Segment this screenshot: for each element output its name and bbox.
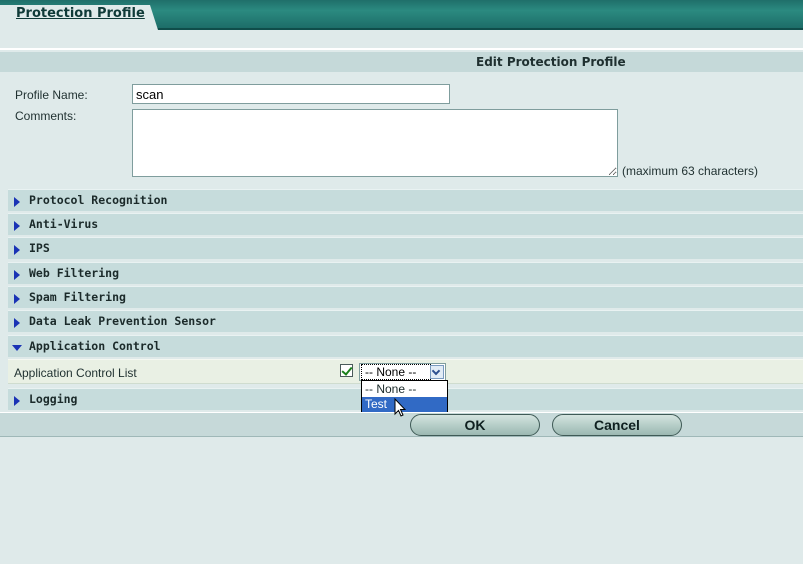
expand-arrow-icon: [14, 221, 20, 231]
section-spam-filtering[interactable]: Spam Filtering: [8, 286, 803, 308]
section-title: Logging: [29, 392, 78, 406]
section-application-control[interactable]: Application Control: [8, 335, 803, 357]
header-divider: [0, 48, 803, 50]
expand-arrow-icon: [14, 294, 20, 304]
select-value: -- None --: [361, 364, 431, 380]
expand-arrow-icon: [14, 396, 20, 406]
section-ips[interactable]: IPS: [8, 237, 803, 259]
application-control-checkbox[interactable]: [340, 364, 353, 377]
form-header: Edit Protection Profile: [0, 52, 803, 72]
expand-arrow-icon: [14, 245, 20, 255]
max-characters-note: (maximum 63 characters): [622, 164, 759, 178]
mouse-pointer-icon: [394, 398, 406, 417]
section-title: Application Control: [29, 339, 161, 353]
section-title: Web Filtering: [29, 266, 120, 280]
page-title: Edit Protection Profile: [476, 55, 626, 69]
expand-arrow-icon: [14, 270, 20, 280]
expand-arrow-icon: [14, 318, 20, 328]
empty-content-area: [0, 437, 803, 564]
tab-label[interactable]: Protection Profile: [16, 6, 145, 21]
chevron-down-icon[interactable]: [430, 365, 444, 379]
comments-field[interactable]: [132, 109, 618, 177]
dropdown-option-none[interactable]: -- None --: [362, 382, 447, 397]
section-web-filtering[interactable]: Web Filtering: [8, 262, 803, 284]
cancel-button[interactable]: Cancel: [552, 414, 682, 436]
profile-name-input[interactable]: [132, 84, 450, 104]
profile-name-label: Profile Name:: [15, 88, 88, 102]
section-title: Anti-Virus: [29, 217, 99, 231]
expand-arrow-icon: [14, 197, 20, 207]
section-title: Data Leak Prevention Sensor: [29, 314, 216, 328]
comments-label: Comments:: [15, 109, 77, 123]
section-title: IPS: [29, 241, 50, 255]
application-control-select[interactable]: -- None --: [359, 363, 446, 381]
application-control-list-label: Application Control List: [14, 366, 137, 380]
ok-button[interactable]: OK: [410, 414, 540, 436]
section-data-leak-prevention[interactable]: Data Leak Prevention Sensor: [8, 310, 803, 332]
section-title: Spam Filtering: [29, 290, 126, 304]
section-protocol-recognition[interactable]: Protocol Recognition: [8, 189, 803, 211]
collapse-arrow-icon: [12, 345, 22, 351]
section-title: Protocol Recognition: [29, 193, 168, 207]
section-anti-virus[interactable]: Anti-Virus: [8, 213, 803, 235]
